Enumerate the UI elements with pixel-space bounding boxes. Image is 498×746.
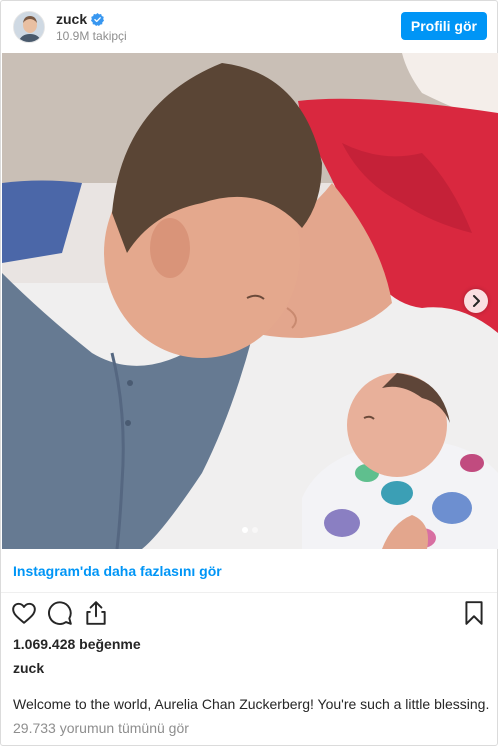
next-slide-button[interactable] xyxy=(464,289,488,313)
instagram-embed: zuck 10.9M takipçi Profili gör Instagram… xyxy=(0,0,498,746)
view-all-comments-link[interactable]: 29.733 yorumun tümünü gör xyxy=(13,720,189,736)
view-more-on-instagram-link[interactable]: Instagram'da daha fazlasını gör xyxy=(1,549,497,593)
chevron-right-icon xyxy=(473,295,480,307)
username-row: zuck xyxy=(56,11,105,27)
carousel-dot xyxy=(242,527,248,533)
share-icon[interactable] xyxy=(83,600,109,626)
avatar[interactable] xyxy=(13,11,45,43)
carousel-indicator xyxy=(2,527,498,533)
username[interactable]: zuck xyxy=(56,11,87,27)
post-photo[interactable] xyxy=(2,53,498,549)
post-header: zuck 10.9M takipçi Profili gör xyxy=(1,1,497,53)
bookmark-icon[interactable] xyxy=(461,600,487,626)
carousel-dot xyxy=(252,527,258,533)
heart-icon[interactable] xyxy=(11,600,37,626)
verified-badge-icon xyxy=(91,12,105,26)
caption-text: Welcome to the world, Aurelia Chan Zucke… xyxy=(13,696,490,712)
comment-icon[interactable] xyxy=(47,600,73,626)
follower-count: 10.9M takipçi xyxy=(56,29,127,43)
photo-illustration xyxy=(2,53,498,549)
caption-username[interactable]: zuck xyxy=(13,660,44,676)
view-profile-button[interactable]: Profili gör xyxy=(400,12,487,40)
action-bar xyxy=(1,597,497,631)
like-count[interactable]: 1.069.428 beğenme xyxy=(13,636,141,652)
